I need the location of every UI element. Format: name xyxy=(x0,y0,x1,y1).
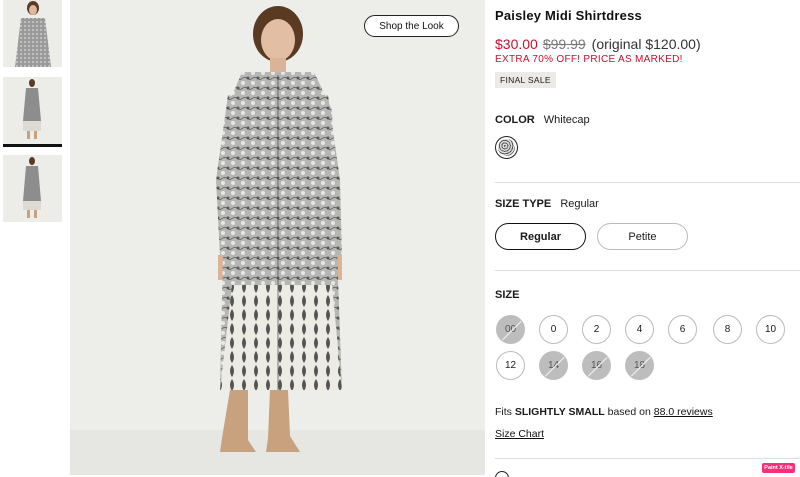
shop-the-look-button[interactable]: Shop the Look xyxy=(364,15,459,37)
size-label: SIZE xyxy=(495,289,520,301)
size-option-2[interactable]: 2 xyxy=(582,315,611,344)
color-label-row: COLOR Whitecap xyxy=(495,114,590,126)
thumbnail-image xyxy=(3,0,62,67)
thumbnail-2[interactable] xyxy=(3,77,62,147)
size-option-0[interactable]: 0 xyxy=(539,315,568,344)
divider xyxy=(495,270,800,271)
thumbnail-image xyxy=(3,155,62,222)
fit-prefix: Fits xyxy=(495,406,512,418)
color-label: COLOR xyxy=(495,114,535,126)
size-option-14[interactable]: 14 xyxy=(539,351,568,380)
size-type-label-row: SIZE TYPE Regular xyxy=(495,198,599,210)
product-main-image[interactable]: Shop the Look xyxy=(70,0,485,475)
swatch-pattern xyxy=(498,139,515,156)
thumbnail-3[interactable] xyxy=(3,155,62,222)
promo-message: EXTRA 70% OFF! PRICE AS MARKED! xyxy=(495,54,683,65)
fit-middle: based on xyxy=(607,406,651,418)
size-type-petite-button[interactable]: Petite xyxy=(597,223,688,250)
divider xyxy=(495,182,800,183)
size-option-8[interactable]: 8 xyxy=(713,315,742,344)
color-swatch-whitecap[interactable] xyxy=(495,136,518,159)
reviews-link[interactable]: 88.0 reviews xyxy=(654,406,713,418)
size-type-value: Regular xyxy=(560,198,599,210)
product-photo xyxy=(70,0,485,475)
product-details: Paisley Midi Shirtdress $30.00 $99.99 (o… xyxy=(495,0,800,477)
size-type-regular-button[interactable]: Regular xyxy=(495,223,586,250)
thumbnail-image xyxy=(3,77,62,144)
thumbnail-1[interactable] xyxy=(3,0,62,67)
size-option-4[interactable]: 4 xyxy=(625,315,654,344)
final-sale-badge: FINAL SALE xyxy=(495,72,556,88)
size-option-16[interactable]: 16 xyxy=(582,351,611,380)
size-chart-link[interactable]: Size Chart xyxy=(495,428,544,440)
paint-badge[interactable]: Paint X-tile xyxy=(762,463,795,473)
sale-price: $30.00 xyxy=(495,36,538,52)
color-value: Whitecap xyxy=(543,114,590,126)
size-option-00[interactable]: 00 xyxy=(496,315,525,344)
size-option-6[interactable]: 6 xyxy=(668,315,697,344)
divider xyxy=(495,458,800,459)
product-title: Paisley Midi Shirtdress xyxy=(495,8,642,23)
fit-summary: Fits SLIGHTLY SMALL based on 88.0 review… xyxy=(495,406,713,418)
price-row: $30.00 $99.99 (original $120.00) xyxy=(495,36,701,52)
thumbnail-gallery xyxy=(0,0,66,477)
was-price: $99.99 xyxy=(542,36,586,52)
size-type-label: SIZE TYPE xyxy=(495,198,552,210)
size-option-18[interactable]: 18 xyxy=(625,351,654,380)
size-option-12[interactable]: 12 xyxy=(496,351,525,380)
original-price: (original $120.00) xyxy=(591,36,701,52)
fit-rating: SLIGHTLY SMALL xyxy=(514,406,605,418)
partial-icon xyxy=(495,471,509,477)
size-option-10[interactable]: 10 xyxy=(756,315,785,344)
